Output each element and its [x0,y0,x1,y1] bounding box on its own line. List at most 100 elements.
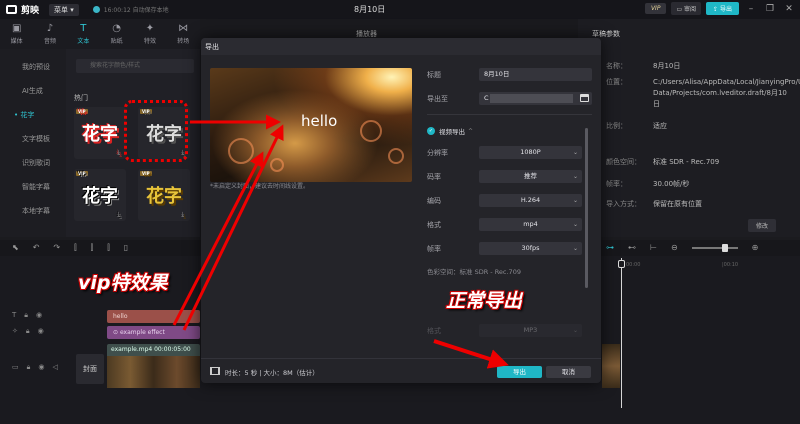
text-clip[interactable]: hello [107,310,200,323]
download-icon[interactable]: ⤓ [117,211,120,219]
autosave-status: 16:00:12 自动保存本地 [92,5,169,14]
folder-icon[interactable] [580,94,589,102]
split-icon[interactable]: ⫿ [74,243,77,253]
magnet-icon[interactable]: ⊶ [606,243,614,252]
speaker-icon[interactable]: ◁ [52,363,57,372]
dialog-scrollbar[interactable] [585,128,588,288]
effect-track-icon: ✧ [12,327,18,335]
prop-value: 30.00帧/秒 [653,180,690,188]
video-clip[interactable]: example.mp4 00:00:05:00 [107,344,200,388]
dialog-scrollbar-thumb[interactable] [585,128,588,288]
effect-clip-label: example effect [119,329,165,336]
format-select[interactable]: mp4 ⌄ [479,218,582,231]
maximize-icon[interactable]: ❐ [763,4,777,14]
modify-button[interactable]: 修改 [748,219,777,232]
tile-text: 花字 [146,186,182,207]
codec-row: 编码 H.264 ⌄ [427,194,592,207]
fancy-text-tile[interactable]: VIP 花字 ⤓ [138,169,190,221]
text-icon: T [80,23,87,34]
cover-button[interactable]: 封面 [76,354,104,384]
menu-button[interactable]: 菜单 ▾ [49,3,79,16]
eye-icon[interactable]: ◉ [38,363,44,372]
dialog-title: 导出 [205,43,219,51]
film-icon [210,367,220,375]
tool-effects[interactable]: ✦ 特效 [133,19,166,49]
nav-fancy-text[interactable]: • 花字 [0,103,66,127]
codec-select[interactable]: H.264 ⌄ [479,194,582,207]
lock-icon[interactable]: 🔒︎ [27,363,31,372]
split-left-icon[interactable]: ⫿ [91,243,94,253]
app-logo: 剪映 [6,3,39,16]
eye-icon[interactable]: ◉ [38,327,44,336]
nav-auto-captions[interactable]: 智能字幕 [0,175,66,199]
effect-clip[interactable]: ⊙ example effect [107,326,200,339]
media-icon: ▣ [11,23,22,34]
tool-sticker[interactable]: ◔ 贴纸 [100,19,133,49]
prop-row-colorspace: 颜色空间： 标准 SDR - Rec.709 [578,157,800,173]
vip-badge[interactable]: VIP [644,3,667,14]
resolution-select[interactable]: 1080P ⌄ [479,146,582,159]
preview-overlay-text: hello [301,112,338,130]
redacted-path [490,94,573,103]
bitrate-select[interactable]: 推荐 ⌄ [479,170,582,183]
tool-audio[interactable]: ♪ 音频 [33,19,66,49]
lock-icon[interactable]: 🔒︎ [24,311,28,320]
zoom-slider[interactable] [691,243,738,252]
video-export-label: 视频导出 [439,128,465,136]
nav-ai-generate[interactable]: AI生成 [0,79,66,103]
export-path-input[interactable]: C [479,92,592,105]
chevron-up-icon[interactable]: ^ [468,128,473,135]
redo-icon[interactable]: ↷ [53,243,60,253]
search-input[interactable]: 搜索花字颜色/样式 [76,59,194,73]
fancy-text-tile[interactable]: VIP 花字 ⤓ [74,107,126,159]
top-export-button[interactable]: ⇪ 导出 [706,2,739,15]
undo-icon[interactable]: ↶ [33,243,40,253]
export-button[interactable]: 导出 [497,366,542,378]
window-title: 8月10日 [354,5,386,14]
nav-text-templates[interactable]: 文字模板 [0,127,66,151]
zoom-out-icon[interactable]: ⊖ [671,243,678,252]
minimize-icon[interactable]: – [744,4,758,14]
tool-strip: ▣ 媒体 ♪ 音频 T 文本 ◔ 贴纸 ✦ 特效 ⋈ 转场 [0,19,200,49]
preview-axis-icon[interactable]: ⊢ [650,243,657,252]
prop-value: 保留在原有位置 [653,200,702,208]
resolution-value: 1080P [520,148,541,156]
link-icon[interactable]: ⊷ [628,243,636,252]
eye-icon[interactable]: ◉ [36,311,42,320]
download-icon[interactable]: ⤓ [181,211,184,219]
tool-label: 特效 [143,38,156,45]
audio-format-select[interactable]: MP3 ⌄ [479,324,582,337]
prop-value: 适应 [653,122,667,130]
cancel-button[interactable]: 取消 [546,366,591,378]
draft-properties-panel: 草稿参数 名称： 8月10日 位置： C:/Users/Alisa/AppData/… [578,19,800,237]
zoom-slider-knob[interactable] [721,243,728,252]
title-input[interactable]: 8月10日 [479,68,592,81]
zoom-in-icon[interactable]: ⊕ [752,243,759,252]
lock-icon[interactable]: 🔒︎ [26,327,30,336]
playhead[interactable] [621,258,622,408]
delete-icon[interactable]: ▯ [124,243,128,253]
format-row: 格式 mp4 ⌄ [427,218,592,231]
nav-lyrics[interactable]: 识别歌词 [0,151,66,175]
download-icon[interactable]: ⤓ [117,149,120,157]
ruler-tick: 00:00 [626,262,641,268]
close-icon[interactable]: ✕ [782,4,796,14]
nav-my-presets[interactable]: 我的预设 [0,55,66,79]
select-icon[interactable]: ⬉ [12,243,19,253]
chevron-down-icon: ⌄ [572,245,578,252]
split-right-icon[interactable]: ⫿ [107,243,110,253]
effect-track-controls: ✧ 🔒︎ ◉ [12,327,44,336]
tool-label: 文本 [77,38,90,45]
nav-local-captions[interactable]: 本地字幕 [0,199,66,223]
checkbox-checked-icon[interactable]: ✓ [427,127,435,135]
tool-media[interactable]: ▣ 媒体 [0,19,33,49]
video-export-section[interactable]: ✓ 视频导出 ^ [427,126,473,136]
framerate-select[interactable]: 30fps ⌄ [479,242,582,255]
fancy-text-tile[interactable]: VIP 花字 ⤓ [74,169,126,221]
playhead-handle[interactable] [618,260,625,268]
tool-text[interactable]: T 文本 [67,19,100,49]
tool-transition[interactable]: ⋈ 转场 [167,19,200,49]
export-estimate: 时长：5 秒 | 大小：8M（估计） [225,369,319,377]
title-label: 标题 [427,71,441,79]
review-button[interactable]: ▭ 审阅 [671,2,702,15]
